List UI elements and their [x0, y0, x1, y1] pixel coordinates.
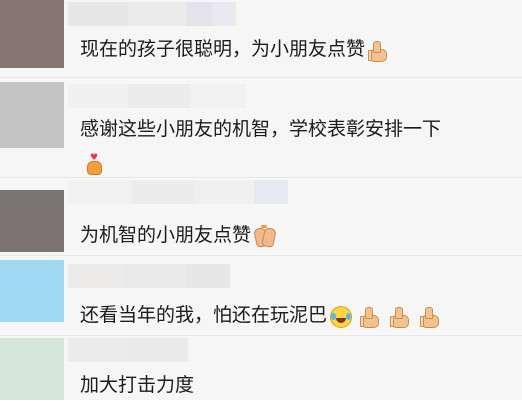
comment-item[interactable]: 为机智的小朋友点赞	[0, 178, 522, 256]
username-blurred[interactable]	[68, 180, 288, 204]
laughing-tears-icon	[329, 305, 353, 328]
thumbs-up-icon	[367, 39, 389, 62]
comment-text-content: 感谢这些小朋友的机智，学校表彰安排一下	[80, 118, 442, 140]
comment-text: 加大打击力度	[80, 366, 516, 404]
heart-gift-icon: ♥	[82, 153, 104, 175]
avatar[interactable]	[0, 82, 64, 148]
comment-text: 还看当年的我，怕还在玩泥巴	[80, 296, 516, 334]
username-blurred[interactable]	[68, 338, 188, 362]
comment-text-content: 为机智的小朋友点赞	[80, 224, 252, 246]
avatar[interactable]	[0, 338, 64, 400]
clapping-hands-icon	[253, 224, 277, 248]
thumbs-up-icon	[359, 305, 381, 328]
comment-text-content: 还看当年的我，怕还在玩泥巴	[80, 304, 328, 326]
thumbs-up-icon	[419, 305, 441, 328]
comment-item[interactable]: 加大打击力度	[0, 336, 522, 400]
comment-text: 为机智的小朋友点赞	[80, 216, 516, 254]
avatar[interactable]	[0, 0, 64, 68]
comment-item[interactable]: 感谢这些小朋友的机智，学校表彰安排一下 ♥	[0, 78, 522, 178]
comment-text-content: 加大打击力度	[80, 374, 195, 396]
username-blurred[interactable]	[68, 264, 230, 288]
comment-item[interactable]: 还看当年的我，怕还在玩泥巴	[0, 256, 522, 336]
comment-text-content: 现在的孩子很聪明，为小朋友点赞	[80, 38, 366, 60]
avatar[interactable]	[0, 260, 64, 322]
username-blurred[interactable]	[68, 84, 246, 108]
comment-item[interactable]: 现在的孩子很聪明，为小朋友点赞	[0, 0, 522, 78]
avatar[interactable]	[0, 190, 64, 252]
comment-text: 感谢这些小朋友的机智，学校表彰安排一下 ♥	[80, 112, 516, 180]
comment-text: 现在的孩子很聪明，为小朋友点赞	[80, 30, 516, 68]
username-blurred[interactable]	[68, 2, 236, 26]
thumbs-up-icon	[389, 305, 411, 328]
